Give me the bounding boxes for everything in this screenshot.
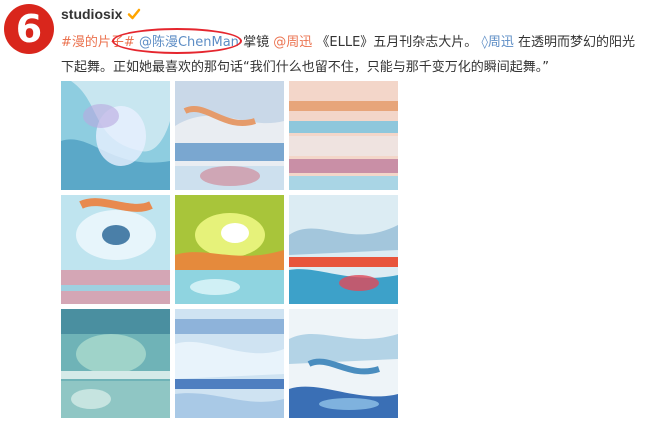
photo-8[interactable] xyxy=(175,309,284,418)
mention-chenman-link[interactable]: @陈漫ChenMan xyxy=(139,35,239,50)
zhouxun-link-label: 周迅 xyxy=(487,35,514,50)
zhouxun-link[interactable]: ◊周迅 xyxy=(481,35,518,50)
photo-3[interactable] xyxy=(289,81,398,190)
post-text: #漫的片子# @陈漫ChenMan 掌镜 @周迅 《ELLE》五月刊杂志大片。 … xyxy=(61,30,646,80)
hashtag-link[interactable]: #漫的片子# xyxy=(61,35,135,50)
mention-zhouxun-link[interactable]: @周迅 xyxy=(273,35,312,50)
verified-icon xyxy=(126,6,142,22)
photo-5[interactable] xyxy=(175,195,284,304)
photo-7[interactable] xyxy=(61,309,170,418)
post-text-part: 掌镜 xyxy=(243,35,270,50)
photo-2[interactable] xyxy=(175,81,284,190)
username-link[interactable]: studiosix xyxy=(61,6,122,22)
photo-4[interactable] xyxy=(61,195,170,304)
avatar-text: 6 xyxy=(15,7,43,51)
photo-9[interactable] xyxy=(289,309,398,418)
avatar[interactable]: 6 xyxy=(4,4,54,54)
photo-1[interactable] xyxy=(61,81,170,190)
photo-6[interactable] xyxy=(289,195,398,304)
post-header: studiosix xyxy=(61,6,142,22)
image-grid xyxy=(61,81,398,421)
post-text-part: 《ELLE》五月刊杂志大片。 xyxy=(316,35,478,50)
